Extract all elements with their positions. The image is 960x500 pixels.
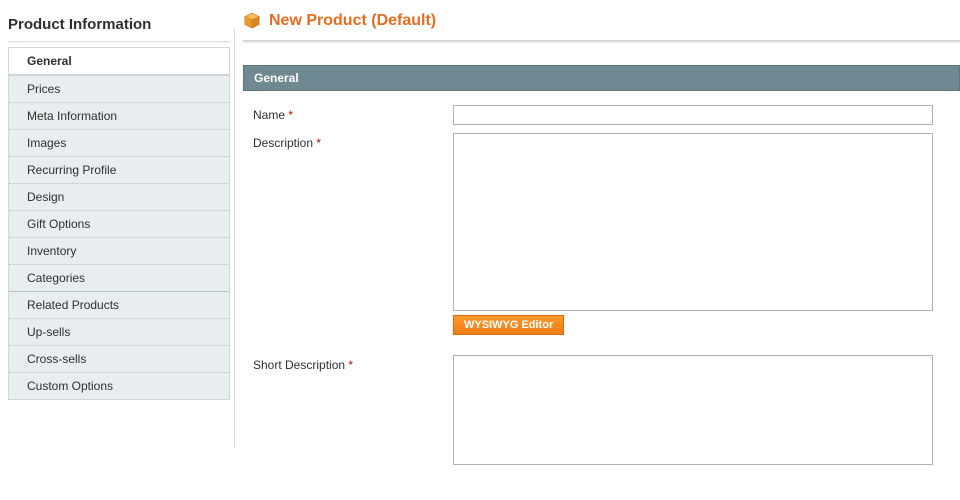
- form-row-description: Description * WYSIWYG Editor: [253, 133, 960, 347]
- title-underline: [243, 40, 960, 43]
- form-row-name: Name *: [253, 105, 960, 125]
- description-textarea[interactable]: [453, 133, 933, 311]
- tab-categories[interactable]: Categories: [9, 264, 229, 291]
- tab-up-sells[interactable]: Up-sells: [9, 318, 229, 345]
- tab-related-products[interactable]: Related Products: [9, 291, 229, 318]
- sidebar-tab-list: General Prices Meta Information Images R…: [8, 47, 230, 400]
- tab-images[interactable]: Images: [9, 129, 229, 156]
- wysiwyg-editor-button[interactable]: WYSIWYG Editor: [453, 315, 564, 335]
- required-mark: *: [348, 358, 353, 372]
- label-description: Description *: [253, 133, 453, 150]
- tab-recurring-profile[interactable]: Recurring Profile: [9, 156, 229, 183]
- short-description-textarea[interactable]: [453, 355, 933, 465]
- label-short-description: Short Description *: [253, 355, 453, 372]
- sidebar: Product Information General Prices Meta …: [0, 0, 230, 500]
- label-name: Name *: [253, 105, 453, 122]
- sidebar-title: Product Information: [8, 12, 230, 42]
- tab-meta-information[interactable]: Meta Information: [9, 102, 229, 129]
- name-input[interactable]: [453, 105, 933, 125]
- required-mark: *: [316, 136, 321, 150]
- tab-design[interactable]: Design: [9, 183, 229, 210]
- product-cube-icon: [243, 12, 261, 30]
- section-header-general: General: [243, 65, 960, 91]
- tab-custom-options[interactable]: Custom Options: [9, 372, 229, 399]
- tab-inventory[interactable]: Inventory: [9, 237, 229, 264]
- page-title-row: New Product (Default): [243, 12, 960, 40]
- main-content: New Product (Default) General Name * Des…: [243, 0, 960, 500]
- required-mark: *: [288, 108, 293, 122]
- form-row-short-description: Short Description *: [253, 355, 960, 465]
- tab-prices[interactable]: Prices: [9, 75, 229, 102]
- tab-gift-options[interactable]: Gift Options: [9, 210, 229, 237]
- form-general: Name * Description * WYSIWYG Editor Shor…: [243, 91, 960, 465]
- page-title: New Product (Default): [269, 12, 436, 30]
- vertical-divider: [234, 28, 235, 448]
- tab-cross-sells[interactable]: Cross-sells: [9, 345, 229, 372]
- tab-general[interactable]: General: [9, 47, 229, 75]
